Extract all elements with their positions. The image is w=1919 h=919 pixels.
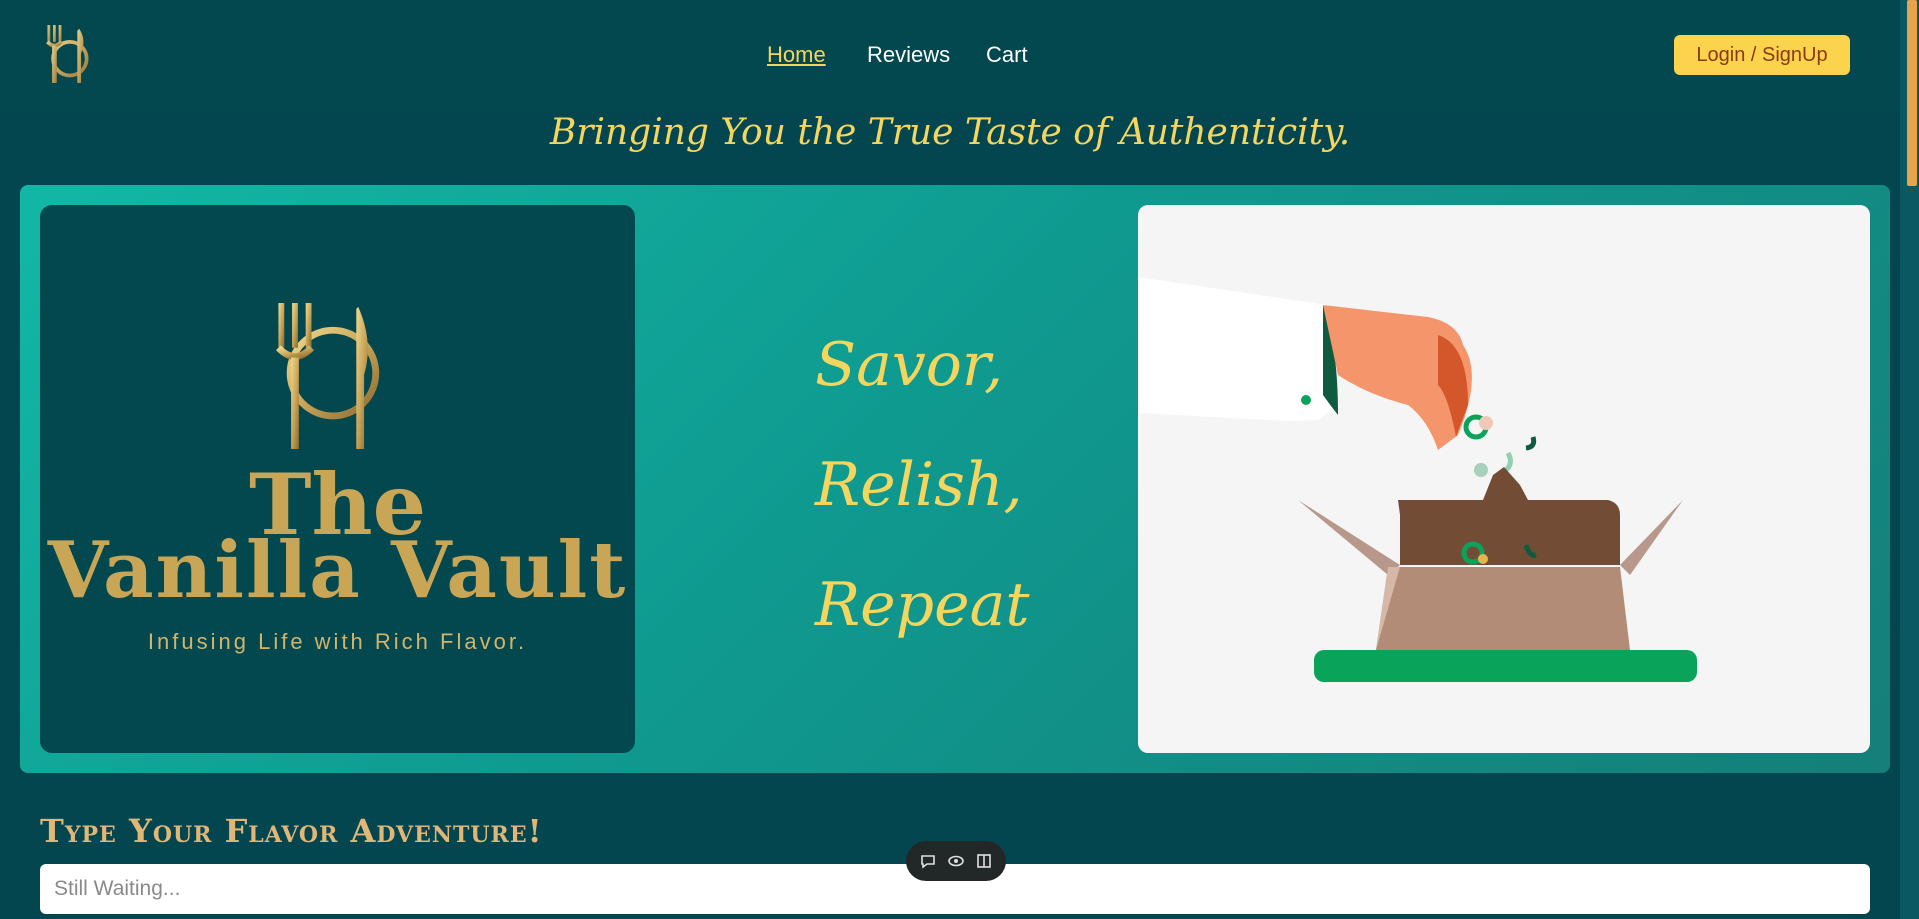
scrollbar-thumb[interactable]	[1907, 0, 1917, 186]
brand-card: The Vanilla Vault Infusing Life with Ric…	[40, 205, 635, 753]
nav-home[interactable]: Home	[767, 42, 826, 68]
floating-toolbar	[906, 841, 1006, 881]
brand-subtitle: Infusing Life with Rich Flavor.	[147, 629, 528, 654]
hero-banner: The Vanilla Vault Infusing Life with Ric…	[20, 185, 1890, 773]
flavor-search-title: Type Your Flavor Adventure!	[40, 812, 543, 850]
nav-reviews[interactable]: Reviews	[867, 42, 950, 68]
site-header: Home Reviews Cart Login / SignUp	[0, 0, 1900, 110]
tagline: Bringing You the True Taste of Authentic…	[549, 112, 1351, 153]
nav-cart[interactable]: Cart	[986, 42, 1028, 68]
hero-slogan: Savor, Relish, Repeat	[815, 320, 1029, 680]
slogan-word: Savor,	[815, 330, 1004, 400]
slogan-word: Relish,	[815, 450, 1023, 520]
fork-plate-logo-icon	[275, 303, 380, 449]
slogan-word: Repeat	[815, 570, 1030, 640]
eye-icon[interactable]	[947, 852, 965, 870]
book-icon[interactable]	[975, 852, 993, 870]
login-signup-button[interactable]: Login / SignUp	[1674, 35, 1850, 75]
page-scrollbar[interactable]	[1900, 0, 1919, 919]
chef-box-illustration	[1138, 205, 1870, 753]
main-nav: Home Reviews Cart	[0, 42, 1900, 72]
comment-icon[interactable]	[919, 852, 937, 870]
brand-name-line2: Vanilla Vault	[47, 525, 628, 616]
